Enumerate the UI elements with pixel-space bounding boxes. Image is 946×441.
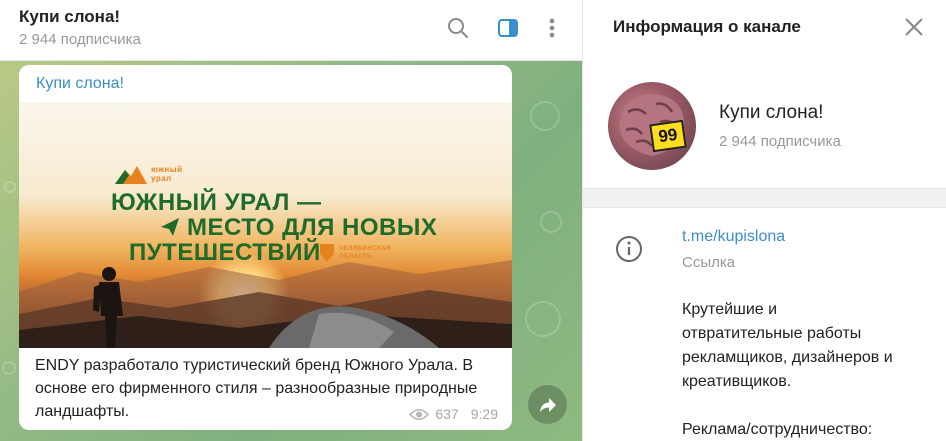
headline-line-1: ЮЖНЫЙ УРАЛ — <box>111 189 322 216</box>
channel-info-pane: Информация о канале 99 Купи слона! 2 944… <box>582 0 946 441</box>
brand-small-text: южный урал <box>151 165 183 183</box>
info-icon <box>615 235 643 263</box>
views-eye-icon <box>409 408 430 420</box>
channel-description: Крутейшие и отвратительные работы реклам… <box>682 301 893 438</box>
brand-logo-icon <box>115 166 147 184</box>
chat-header: Купи слона! 2 944 подписчика <box>0 0 582 61</box>
region-label: ЧЕЛЯБИНСКАЯ ОБЛАСТЬ <box>339 246 391 260</box>
info-title: Информация о канале <box>613 17 801 36</box>
paper-plane-icon <box>161 218 179 236</box>
region-emblem-icon <box>320 244 334 262</box>
sidebar-toggle-icon[interactable] <box>494 14 522 42</box>
message-bubble[interactable]: Купи слона! южный урал ЮЖНЫЙ УРАЛ — МЕСТ… <box>19 65 512 430</box>
close-icon[interactable] <box>901 14 927 40</box>
info-header: Информация о канале <box>583 0 946 52</box>
channel-subscriber-count: 2 944 подписчика <box>719 133 841 150</box>
chat-subscriber-count: 2 944 подписчика <box>19 31 141 48</box>
headline-line-3: ПУТЕШЕСТВИЙ <box>129 239 321 266</box>
channel-avatar[interactable]: 99 <box>608 82 696 170</box>
channel-link[interactable]: t.me/kupislona <box>682 228 785 246</box>
search-icon[interactable] <box>444 14 472 42</box>
share-button[interactable] <box>528 385 567 424</box>
chat-title[interactable]: Купи слона! <box>19 7 120 27</box>
more-menu-icon[interactable] <box>538 14 566 42</box>
link-label: Ссылка <box>682 254 736 271</box>
chat-pane: Купи слона! 2 944 подписчика Купи слона! <box>0 0 582 441</box>
post-author[interactable]: Купи слона! <box>36 75 124 93</box>
headline-line-2: МЕСТО ДЛЯ НОВЫХ <box>187 214 438 241</box>
price-tag: 99 <box>649 119 687 153</box>
section-divider <box>583 188 946 208</box>
post-image[interactable]: южный урал ЮЖНЫЙ УРАЛ — МЕСТО ДЛЯ НОВЫХ … <box>19 102 512 348</box>
share-arrow-icon <box>539 397 556 412</box>
post-meta: 637 9:29 <box>409 406 498 422</box>
channel-name: Купи слона! <box>719 102 824 123</box>
post-time: 9:29 <box>470 406 498 422</box>
view-count: 637 <box>435 406 459 422</box>
